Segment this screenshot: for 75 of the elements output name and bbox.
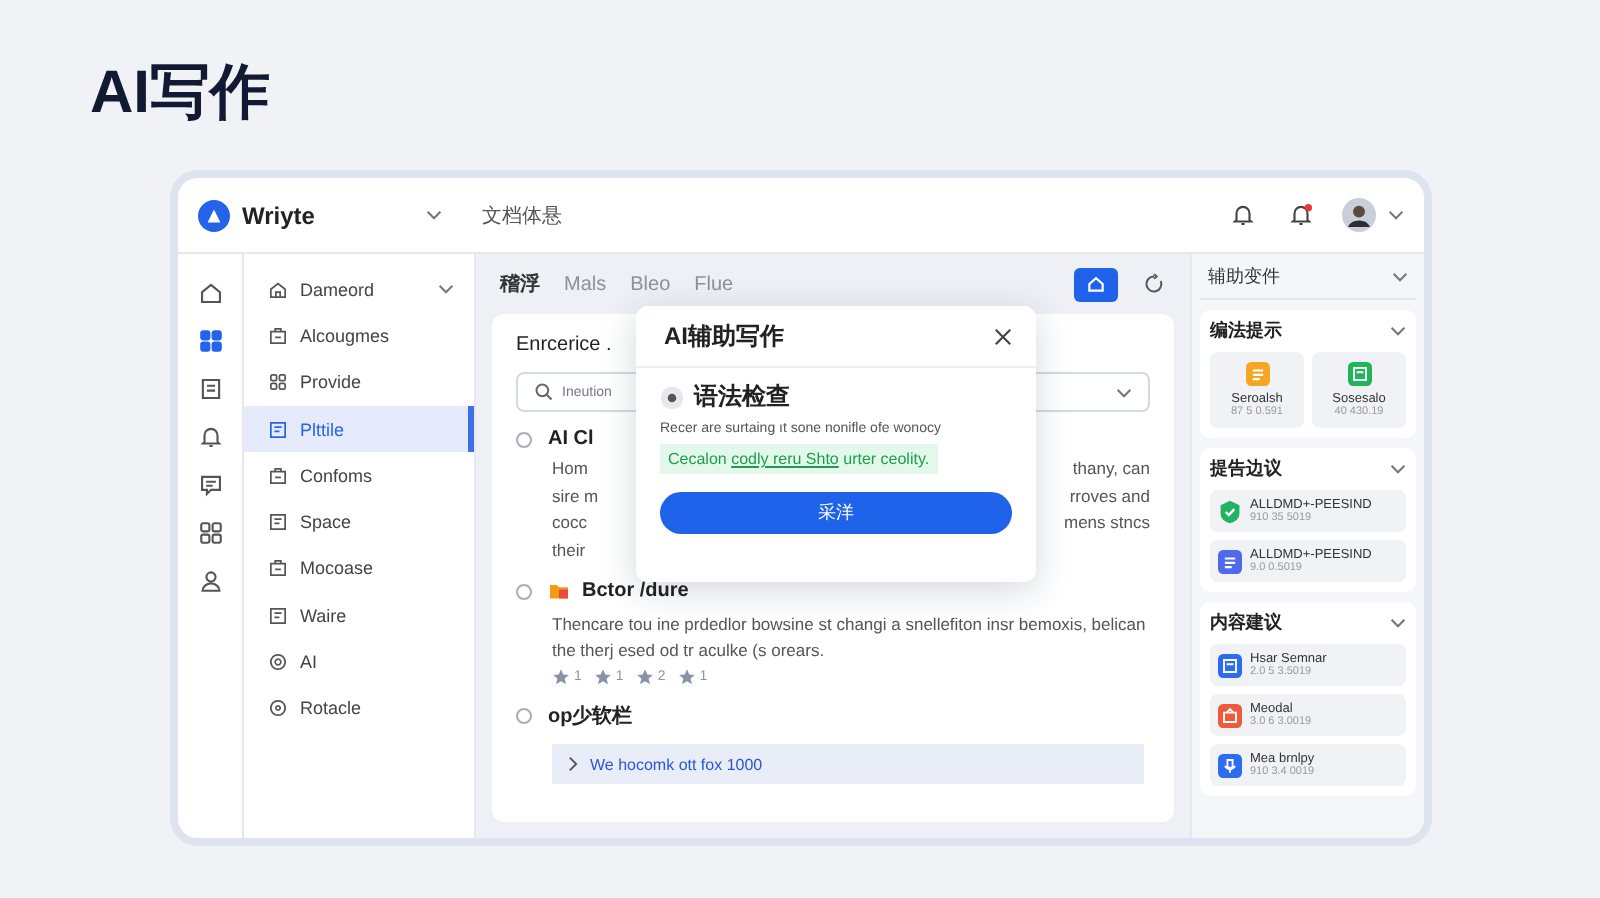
logo-icon bbox=[198, 199, 230, 231]
star-icon[interactable] bbox=[635, 668, 654, 686]
item-text: Thencare tou ine prdedlor bowsine st changi a snellefiton insr bemoxis, belican the therj esed od tr aculke (s orears. bbox=[552, 612, 1148, 662]
nav-item[interactable]: Alcougmes bbox=[244, 312, 474, 360]
close-icon[interactable] bbox=[994, 327, 1012, 345]
slide-title: AI写作 bbox=[90, 58, 270, 130]
caret-icon[interactable] bbox=[1388, 210, 1404, 220]
section-title: 内容建议 bbox=[1210, 610, 1282, 636]
avatar[interactable] bbox=[1342, 198, 1376, 232]
caret-icon[interactable] bbox=[1390, 618, 1406, 628]
star-icon[interactable] bbox=[552, 668, 570, 686]
home-icon bbox=[268, 279, 288, 300]
text-fragment: their bbox=[552, 537, 586, 563]
section-title: 语法检查 bbox=[694, 380, 790, 414]
home-icon bbox=[1086, 274, 1106, 294]
nav-item[interactable]: Space bbox=[244, 498, 474, 546]
section-title: 编法提示 bbox=[1210, 318, 1282, 344]
document-icon bbox=[268, 419, 288, 440]
section-title: 提告边议 bbox=[1210, 456, 1282, 482]
document-icon bbox=[268, 512, 288, 533]
nav-item[interactable]: AI bbox=[244, 638, 474, 686]
apply-button[interactable]: 采洋 bbox=[660, 492, 1012, 534]
radio-button[interactable] bbox=[516, 431, 532, 447]
nav-item[interactable]: Dameord bbox=[244, 266, 474, 313]
notification-bell-icon[interactable] bbox=[1288, 202, 1314, 228]
text-fragment: sire m bbox=[552, 483, 599, 509]
radio-button[interactable] bbox=[516, 708, 532, 724]
caret-icon[interactable] bbox=[438, 284, 454, 295]
text-fragment: rroves and bbox=[1069, 483, 1150, 509]
caret-icon[interactable] bbox=[1390, 464, 1406, 474]
document-icon[interactable] bbox=[197, 376, 223, 402]
user-icon[interactable] bbox=[197, 568, 223, 594]
grid-icon[interactable] bbox=[197, 520, 223, 546]
search-icon bbox=[534, 382, 554, 402]
panel-title: 辅助变件 bbox=[1208, 263, 1280, 289]
box-icon bbox=[268, 558, 288, 579]
nav-item[interactable]: Waire bbox=[244, 592, 474, 639]
breadcrumb[interactable]: 文档体悬 bbox=[482, 201, 562, 229]
grid-icon bbox=[268, 372, 288, 393]
caret-icon[interactable] bbox=[426, 210, 442, 220]
refresh-icon[interactable] bbox=[1142, 272, 1166, 296]
document-icon bbox=[268, 605, 288, 626]
home-button[interactable] bbox=[1074, 267, 1118, 301]
chevron-icon bbox=[568, 756, 578, 772]
tab[interactable]: 稽浮 bbox=[500, 270, 540, 298]
nav-item[interactable]: Mocoase bbox=[244, 545, 474, 593]
item-title: op少软栏 bbox=[548, 703, 633, 730]
box-icon bbox=[268, 325, 288, 346]
text-fragment: Hom bbox=[552, 456, 588, 482]
app-name: Wriyte bbox=[242, 201, 317, 229]
home-icon[interactable] bbox=[197, 280, 223, 306]
radio-button[interactable] bbox=[516, 583, 532, 599]
bell-icon[interactable] bbox=[197, 424, 223, 450]
text-fragment: cocc bbox=[552, 510, 587, 536]
item-title: Bctor /dure bbox=[582, 580, 689, 602]
dialog-title: AI辅助写作 bbox=[664, 319, 784, 353]
nav-item[interactable]: Rotacle bbox=[244, 685, 474, 732]
caret-icon[interactable] bbox=[1116, 387, 1132, 397]
bell-icon[interactable] bbox=[1230, 202, 1256, 228]
item-title: AI Cl bbox=[548, 428, 594, 450]
nav-item[interactable]: Plttile bbox=[244, 405, 474, 453]
box-icon bbox=[268, 465, 288, 486]
star-icon[interactable] bbox=[677, 668, 696, 686]
expandable-link[interactable]: We hocomk ott fox 1000 bbox=[552, 744, 1144, 784]
caret-icon[interactable] bbox=[1392, 271, 1408, 281]
grid-icon[interactable] bbox=[197, 328, 223, 354]
chat-icon[interactable] bbox=[197, 472, 223, 498]
text-fragment: thany, can bbox=[1072, 456, 1150, 482]
nav-item[interactable]: Provide bbox=[244, 359, 474, 406]
nav-item[interactable]: Confoms bbox=[244, 452, 474, 499]
star-icon[interactable] bbox=[593, 668, 612, 686]
card-title: Enrcerice . bbox=[516, 334, 612, 356]
suggestion-text: Cecalon codly reru Shto urter ceolity. bbox=[660, 444, 938, 474]
caret-icon[interactable] bbox=[1390, 326, 1406, 336]
text-fragment: mens stncs bbox=[1064, 510, 1150, 536]
